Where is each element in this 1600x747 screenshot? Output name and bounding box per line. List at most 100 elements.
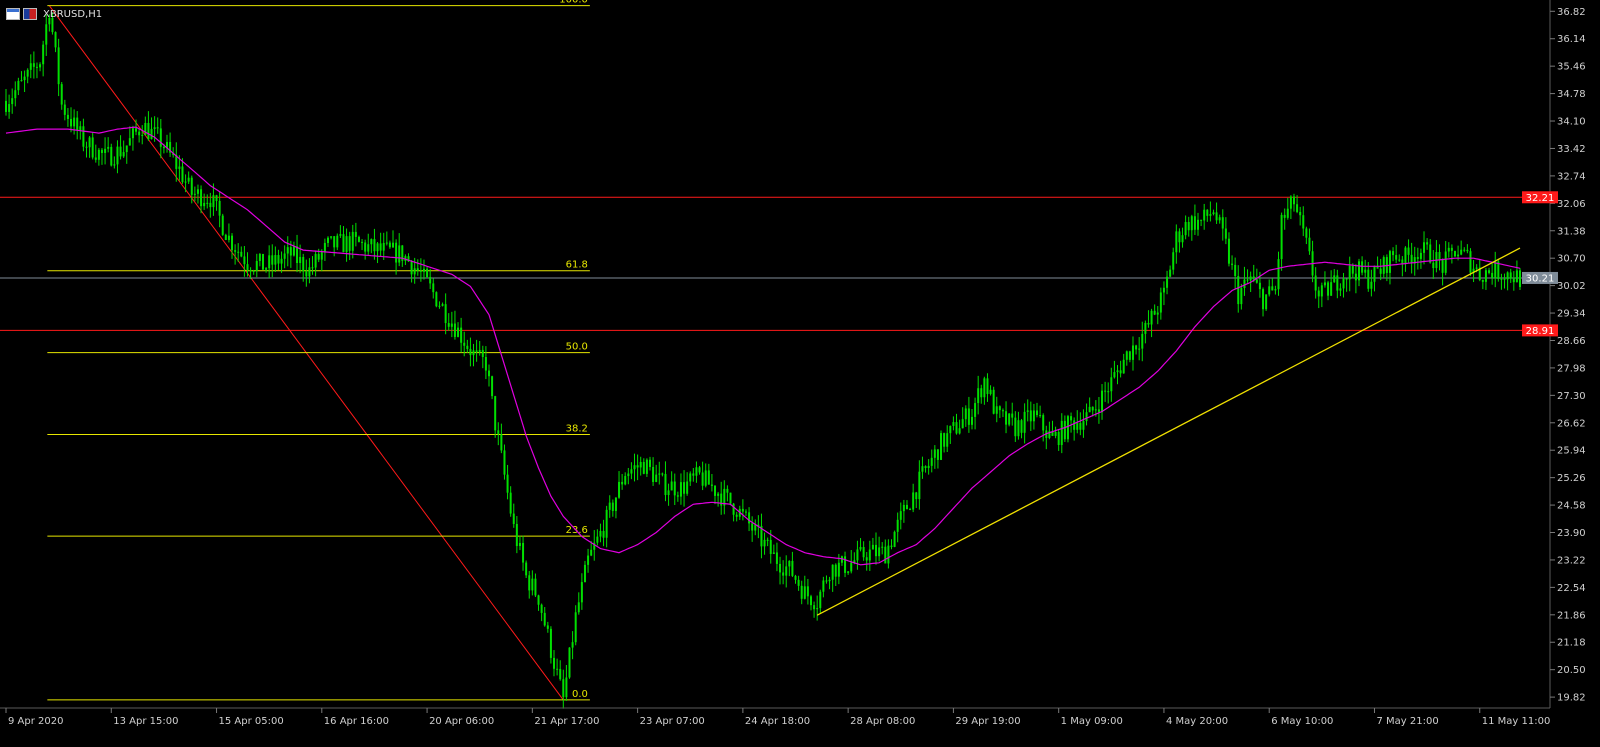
candle-body xyxy=(1444,251,1447,273)
candle-body xyxy=(1119,370,1122,374)
candle-body xyxy=(1519,270,1521,288)
candle-body xyxy=(1200,219,1203,221)
candle-body xyxy=(1113,372,1116,378)
candle-body xyxy=(1212,212,1215,215)
candle-body xyxy=(1494,261,1497,278)
candle-body xyxy=(196,189,199,194)
candle-body xyxy=(782,572,785,576)
price-tick-label: 21.18 xyxy=(1557,638,1586,649)
candle-body xyxy=(512,513,515,524)
price-tick-label: 29.34 xyxy=(1557,309,1586,320)
fibonacci-retracement[interactable]: 100.061.850.038.223.60.0 xyxy=(47,0,590,701)
candle-body xyxy=(850,562,853,572)
candle-body xyxy=(153,127,156,129)
price-tags: 32.21 28.91 30.21 xyxy=(1522,191,1558,337)
price-tick-label: 23.90 xyxy=(1557,528,1586,539)
candle-body xyxy=(131,128,134,139)
candle-body xyxy=(800,585,803,599)
candle-body xyxy=(500,434,503,451)
horizontal-lines[interactable] xyxy=(0,196,1550,331)
candle-body xyxy=(395,242,398,263)
candle-body xyxy=(933,449,936,458)
window-icon[interactable] xyxy=(6,8,20,20)
candle-body xyxy=(980,388,983,398)
candle-body xyxy=(1042,415,1045,431)
candle-body xyxy=(184,181,187,183)
candle-body xyxy=(1156,312,1159,315)
candle-body xyxy=(847,571,850,573)
candle-body xyxy=(376,243,379,252)
candle-body xyxy=(457,327,460,337)
candle-body xyxy=(1209,214,1212,216)
candle-body xyxy=(958,428,961,434)
candle-body xyxy=(14,90,17,99)
candle-body xyxy=(1491,272,1494,278)
candle-body xyxy=(1438,251,1441,260)
candle-body xyxy=(1466,249,1469,252)
candle-body xyxy=(661,473,664,475)
time-tick-label: 13 Apr 15:00 xyxy=(113,716,178,727)
candle-body xyxy=(509,492,512,514)
candle-body xyxy=(100,149,103,153)
candle-body xyxy=(1079,422,1082,430)
candle-body xyxy=(528,575,531,591)
candle-body xyxy=(1187,221,1190,231)
candle-body xyxy=(1457,254,1460,257)
candle-body xyxy=(224,234,227,240)
candle-body xyxy=(91,137,94,158)
candle-body xyxy=(732,503,735,515)
candle-body xyxy=(494,396,497,431)
candle-body xyxy=(317,253,320,260)
candle-body xyxy=(574,612,577,643)
candle-body xyxy=(611,502,614,511)
candle-body xyxy=(1308,237,1311,252)
candle-body xyxy=(1302,215,1305,229)
candle-body xyxy=(209,202,212,208)
candle-body xyxy=(1011,413,1014,418)
candle-body xyxy=(1506,272,1509,280)
trendline[interactable] xyxy=(816,247,1521,616)
candle-body xyxy=(1082,421,1085,430)
candle-body xyxy=(1221,217,1224,229)
price-tick-label: 32.06 xyxy=(1557,199,1586,210)
candle-body xyxy=(497,430,500,435)
candle-body xyxy=(178,166,181,169)
candle-body xyxy=(57,47,60,85)
candle-body xyxy=(481,349,484,358)
candle-body xyxy=(1203,209,1206,221)
candle-body xyxy=(1265,294,1268,310)
candle-body xyxy=(429,277,432,284)
candle-body xyxy=(503,450,506,475)
price-chart[interactable]: 100.061.850.038.223.60.0 36.8236.1435.46… xyxy=(0,0,1600,747)
candle-body xyxy=(234,250,237,252)
time-tick-label: 4 May 20:00 xyxy=(1166,716,1228,727)
candle-body xyxy=(388,242,391,248)
candle-body xyxy=(562,679,565,698)
candle-body xyxy=(729,492,732,504)
candle-body xyxy=(995,406,998,414)
time-tick-label: 11 May 11:00 xyxy=(1482,716,1551,727)
candle-body xyxy=(856,549,859,561)
candle-body xyxy=(992,389,995,414)
candle-body xyxy=(1320,285,1323,297)
candle-body xyxy=(946,433,949,447)
candle-body xyxy=(63,104,66,115)
candle-body xyxy=(859,546,862,550)
candle-body xyxy=(1441,259,1444,273)
candle-body xyxy=(1116,370,1119,373)
candle-body xyxy=(1008,413,1011,425)
candle-body xyxy=(961,419,964,429)
candle-body xyxy=(299,256,302,264)
candle-body xyxy=(147,122,150,140)
candle-body xyxy=(878,547,881,557)
symbol-header: XBRUSD,H1 xyxy=(6,6,102,22)
candle-body xyxy=(608,502,611,510)
candle-body xyxy=(518,542,521,547)
candle-body xyxy=(1379,268,1382,274)
candle-body xyxy=(289,247,292,256)
candle-body xyxy=(871,544,874,550)
candle-body xyxy=(73,117,76,127)
candle-body xyxy=(1014,417,1017,437)
candle-body xyxy=(636,465,639,468)
chart-window[interactable]: 100.0 61.8 50.0 38.2 23.6 0.0 36.82 36.14 35.46… xyxy=(0,0,1600,747)
